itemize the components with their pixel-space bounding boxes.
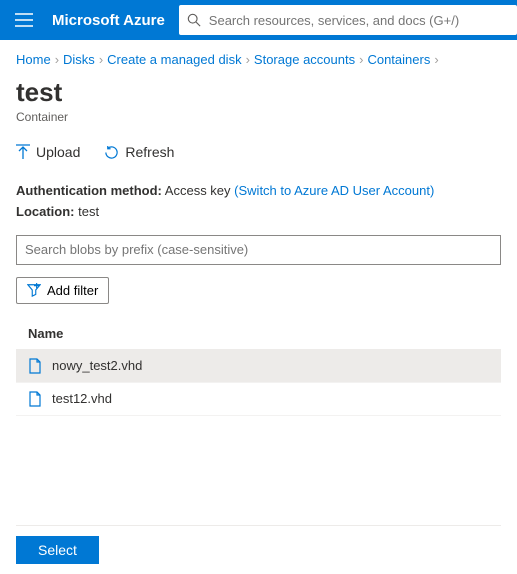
chevron-right-icon: › bbox=[434, 52, 438, 67]
col-name: Name bbox=[28, 326, 63, 341]
chevron-right-icon: › bbox=[246, 52, 250, 67]
global-search[interactable] bbox=[179, 5, 517, 35]
location-label: Location: bbox=[16, 204, 75, 219]
filter-plus-icon bbox=[27, 283, 41, 297]
page-heading: test bbox=[0, 73, 517, 108]
crumb-home[interactable]: Home bbox=[16, 52, 51, 67]
upload-label: Upload bbox=[36, 144, 80, 160]
top-bar: Microsoft Azure bbox=[0, 0, 517, 40]
blob-table: Name nowy_test2.vhd test12.vhd bbox=[0, 316, 517, 416]
crumb-create-disk[interactable]: Create a managed disk bbox=[107, 52, 241, 67]
table-row[interactable]: nowy_test2.vhd bbox=[16, 350, 501, 383]
switch-auth-link[interactable]: (Switch to Azure AD User Account) bbox=[234, 183, 434, 198]
refresh-icon bbox=[104, 145, 119, 160]
location-value: test bbox=[78, 204, 99, 219]
global-search-input[interactable] bbox=[201, 13, 517, 28]
file-name: test12.vhd bbox=[52, 391, 112, 406]
crumb-containers[interactable]: Containers bbox=[367, 52, 430, 67]
blob-search-input[interactable] bbox=[16, 235, 501, 265]
crumb-disks[interactable]: Disks bbox=[63, 52, 95, 67]
add-filter-button[interactable]: Add filter bbox=[16, 277, 109, 304]
table-row[interactable]: test12.vhd bbox=[16, 383, 501, 416]
auth-label: Authentication method: bbox=[16, 183, 162, 198]
hamburger-icon bbox=[15, 13, 33, 27]
metadata-block: Authentication method: Access key (Switc… bbox=[0, 175, 517, 225]
toolbar: Upload Refresh bbox=[0, 134, 517, 175]
auth-value: Access key bbox=[165, 183, 231, 198]
chevron-right-icon: › bbox=[99, 52, 103, 67]
page-title: test bbox=[16, 77, 501, 108]
page-subtitle: Container bbox=[0, 108, 517, 134]
refresh-label: Refresh bbox=[125, 144, 174, 160]
filter-bar bbox=[0, 225, 517, 265]
upload-icon bbox=[16, 144, 30, 160]
add-filter-label: Add filter bbox=[47, 283, 98, 298]
breadcrumb: Home › Disks › Create a managed disk › S… bbox=[0, 40, 517, 73]
chevron-right-icon: › bbox=[55, 52, 59, 67]
refresh-button[interactable]: Refresh bbox=[104, 144, 174, 160]
file-icon bbox=[28, 391, 42, 407]
select-button[interactable]: Select bbox=[16, 536, 99, 564]
file-icon bbox=[28, 358, 42, 374]
footer: Select bbox=[16, 525, 501, 564]
crumb-storage-accounts[interactable]: Storage accounts bbox=[254, 52, 355, 67]
chevron-right-icon: › bbox=[359, 52, 363, 67]
file-name: nowy_test2.vhd bbox=[52, 358, 142, 373]
brand-label: Microsoft Azure bbox=[48, 12, 179, 29]
upload-button[interactable]: Upload bbox=[16, 144, 80, 160]
menu-button[interactable] bbox=[0, 13, 48, 27]
table-header: Name bbox=[16, 316, 501, 350]
search-icon bbox=[187, 13, 201, 27]
